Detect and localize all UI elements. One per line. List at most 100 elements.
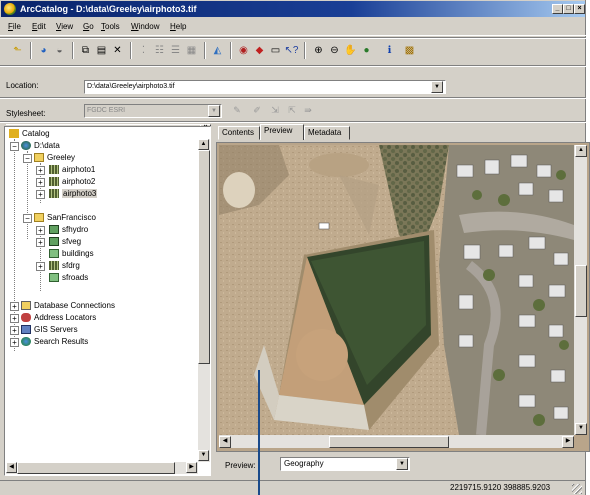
scroll-thumb[interactable]: [575, 265, 587, 317]
tree-item-search-results[interactable]: Search Results: [21, 336, 88, 347]
thumbnails-icon[interactable]: ▦: [184, 43, 199, 58]
expand-toggle[interactable]: +: [10, 338, 19, 347]
address-locators-icon: [21, 313, 31, 323]
create-thumbnail-icon[interactable]: ▩: [402, 43, 417, 58]
resize-grip[interactable]: [572, 484, 582, 494]
tree-item-sfdrg[interactable]: sfdrg: [49, 260, 80, 271]
scroll-up-button[interactable]: ▲: [575, 145, 587, 157]
expand-toggle[interactable]: +: [36, 190, 45, 199]
stylesheet-dropdown-button[interactable]: ▼: [208, 105, 220, 117]
tree-item-gis-servers[interactable]: GIS Servers: [21, 324, 78, 335]
tree-vertical-scrollbar[interactable]: ▲ ▼: [198, 139, 210, 462]
tree-item-sfhydro[interactable]: sfhydro: [49, 224, 88, 235]
tree-item-greeley[interactable]: Greeley: [34, 152, 75, 163]
connect-folder-icon[interactable]: ◕: [36, 43, 51, 58]
whats-this-icon[interactable]: ↖?: [284, 43, 299, 58]
scroll-left-button[interactable]: ◀: [6, 462, 17, 473]
scroll-down-button[interactable]: ▼: [575, 423, 587, 435]
menu-file[interactable]: File: [8, 22, 21, 31]
up-one-level-icon[interactable]: ⬑: [10, 43, 25, 58]
search-icon[interactable]: ▭: [268, 43, 283, 58]
metadata-icon[interactable]: ◆: [252, 43, 267, 58]
scroll-left-button[interactable]: ◀: [219, 436, 231, 448]
metadata-properties-icon[interactable]: ✐: [251, 105, 263, 117]
scroll-up-button[interactable]: ▲: [198, 139, 209, 150]
tree-item-airphoto2[interactable]: airphoto2: [49, 176, 95, 187]
tree-item-database-connections[interactable]: Database Connections: [21, 300, 115, 311]
expand-toggle[interactable]: +: [36, 178, 45, 187]
tab-contents[interactable]: Contents: [218, 126, 260, 140]
launch-arcmap-icon[interactable]: ◭: [210, 43, 225, 58]
scroll-thumb[interactable]: [198, 150, 210, 364]
tree-horizontal-scrollbar[interactable]: ◀ ▶: [6, 462, 198, 474]
arctoolbox-icon[interactable]: ◉: [236, 43, 251, 58]
tree-item-catalog[interactable]: Catalog: [9, 128, 50, 139]
zoom-out-icon[interactable]: ⊖: [327, 43, 342, 58]
expand-toggle[interactable]: +: [10, 302, 19, 311]
menu-window[interactable]: Window: [131, 22, 159, 31]
full-extent-icon[interactable]: ●: [359, 43, 374, 58]
tree-item-sanfrancisco[interactable]: SanFrancisco: [34, 212, 96, 223]
edit-metadata-icon[interactable]: ✎: [231, 105, 243, 117]
toolbar-separator: [304, 42, 306, 59]
expand-toggle[interactable]: +: [36, 238, 45, 247]
stylesheet-select[interactable]: FGDC ESRI: [84, 104, 222, 118]
disconnect-folder-icon[interactable]: ◒: [52, 43, 67, 58]
scroll-right-button[interactable]: ▶: [186, 462, 197, 473]
import-metadata-icon[interactable]: ⇲: [269, 105, 281, 117]
airphoto-image[interactable]: [219, 145, 574, 435]
scroll-thumb[interactable]: [17, 462, 175, 474]
title-bar[interactable]: ArcCatalog - D:\data\Greeley\airphoto3.t…: [1, 1, 585, 17]
menu-help[interactable]: Help: [170, 22, 186, 31]
expand-toggle[interactable]: +: [36, 262, 45, 271]
expand-toggle[interactable]: +: [10, 314, 19, 323]
collapse-toggle[interactable]: −: [10, 142, 19, 151]
tab-preview[interactable]: Preview: [260, 124, 304, 140]
scroll-down-button[interactable]: ▼: [198, 450, 209, 461]
close-button[interactable]: ×: [574, 4, 585, 14]
tree-item-d-data[interactable]: D:\data: [21, 140, 60, 151]
expand-toggle[interactable]: +: [36, 226, 45, 235]
menu-edit[interactable]: Edit: [32, 22, 46, 31]
arccatalog-app-icon: [4, 3, 16, 15]
scroll-right-button[interactable]: ▶: [562, 436, 574, 448]
expand-toggle[interactable]: +: [10, 326, 19, 335]
tree-item-airphoto1[interactable]: airphoto1: [49, 164, 95, 175]
tree-item-sfveg[interactable]: sfveg: [49, 236, 81, 247]
scroll-thumb[interactable]: [329, 436, 449, 448]
copy-icon[interactable]: ⧉: [78, 43, 93, 58]
update-metadata-icon[interactable]: ⇛: [302, 105, 314, 117]
minimize-button[interactable]: _: [552, 4, 563, 14]
details-icon[interactable]: ☰: [168, 43, 183, 58]
export-metadata-icon[interactable]: ⇱: [286, 105, 298, 117]
delete-icon[interactable]: ✕: [110, 43, 125, 58]
tree-item-airphoto3[interactable]: airphoto3: [49, 188, 98, 199]
tree-item-buildings[interactable]: buildings: [49, 248, 94, 259]
pan-icon[interactable]: ✋: [343, 43, 358, 58]
toolbar-separator: [130, 42, 132, 59]
collapse-toggle[interactable]: −: [23, 154, 32, 163]
location-input[interactable]: D:\data\Greeley\airphoto3.tif: [84, 80, 446, 94]
menu-go[interactable]: Go: [83, 22, 94, 31]
toolbar-separator: [230, 42, 232, 59]
preview-pane: ▲ ▼ ◀ ▶: [216, 142, 590, 452]
large-icons-icon[interactable]: ⁚: [136, 43, 151, 58]
paste-icon[interactable]: ▤: [94, 43, 109, 58]
tree-item-address-locators[interactable]: Address Locators: [21, 312, 96, 323]
tree-item-sfroads[interactable]: sfroads: [49, 272, 88, 283]
menu-view[interactable]: View: [56, 22, 73, 31]
list-icon[interactable]: ☷: [152, 43, 167, 58]
collapse-toggle[interactable]: −: [23, 214, 32, 223]
preview-type-dropdown-button[interactable]: ▼: [396, 458, 408, 470]
tab-metadata[interactable]: Metadata: [304, 126, 350, 140]
identify-icon[interactable]: ℹ: [382, 43, 397, 58]
zoom-in-icon[interactable]: ⊕: [311, 43, 326, 58]
preview-type-select[interactable]: Geography: [280, 457, 410, 471]
location-dropdown-button[interactable]: ▼: [431, 81, 443, 93]
preview-horizontal-scrollbar[interactable]: ◀ ▶: [219, 435, 574, 448]
preview-vertical-scrollbar[interactable]: ▲ ▼: [574, 145, 587, 435]
expand-toggle[interactable]: +: [36, 166, 45, 175]
standard-toolbar: ⬑ ◕ ◒ ⧉ ▤ ✕ ⁚ ☷ ☰ ▦ ◭ ◉ ◆ ▭ ↖? ⊕ ⊖ ✋ ● ℹ…: [0, 40, 586, 62]
menu-tools[interactable]: Tools: [101, 22, 120, 31]
maximize-button[interactable]: □: [563, 4, 574, 14]
